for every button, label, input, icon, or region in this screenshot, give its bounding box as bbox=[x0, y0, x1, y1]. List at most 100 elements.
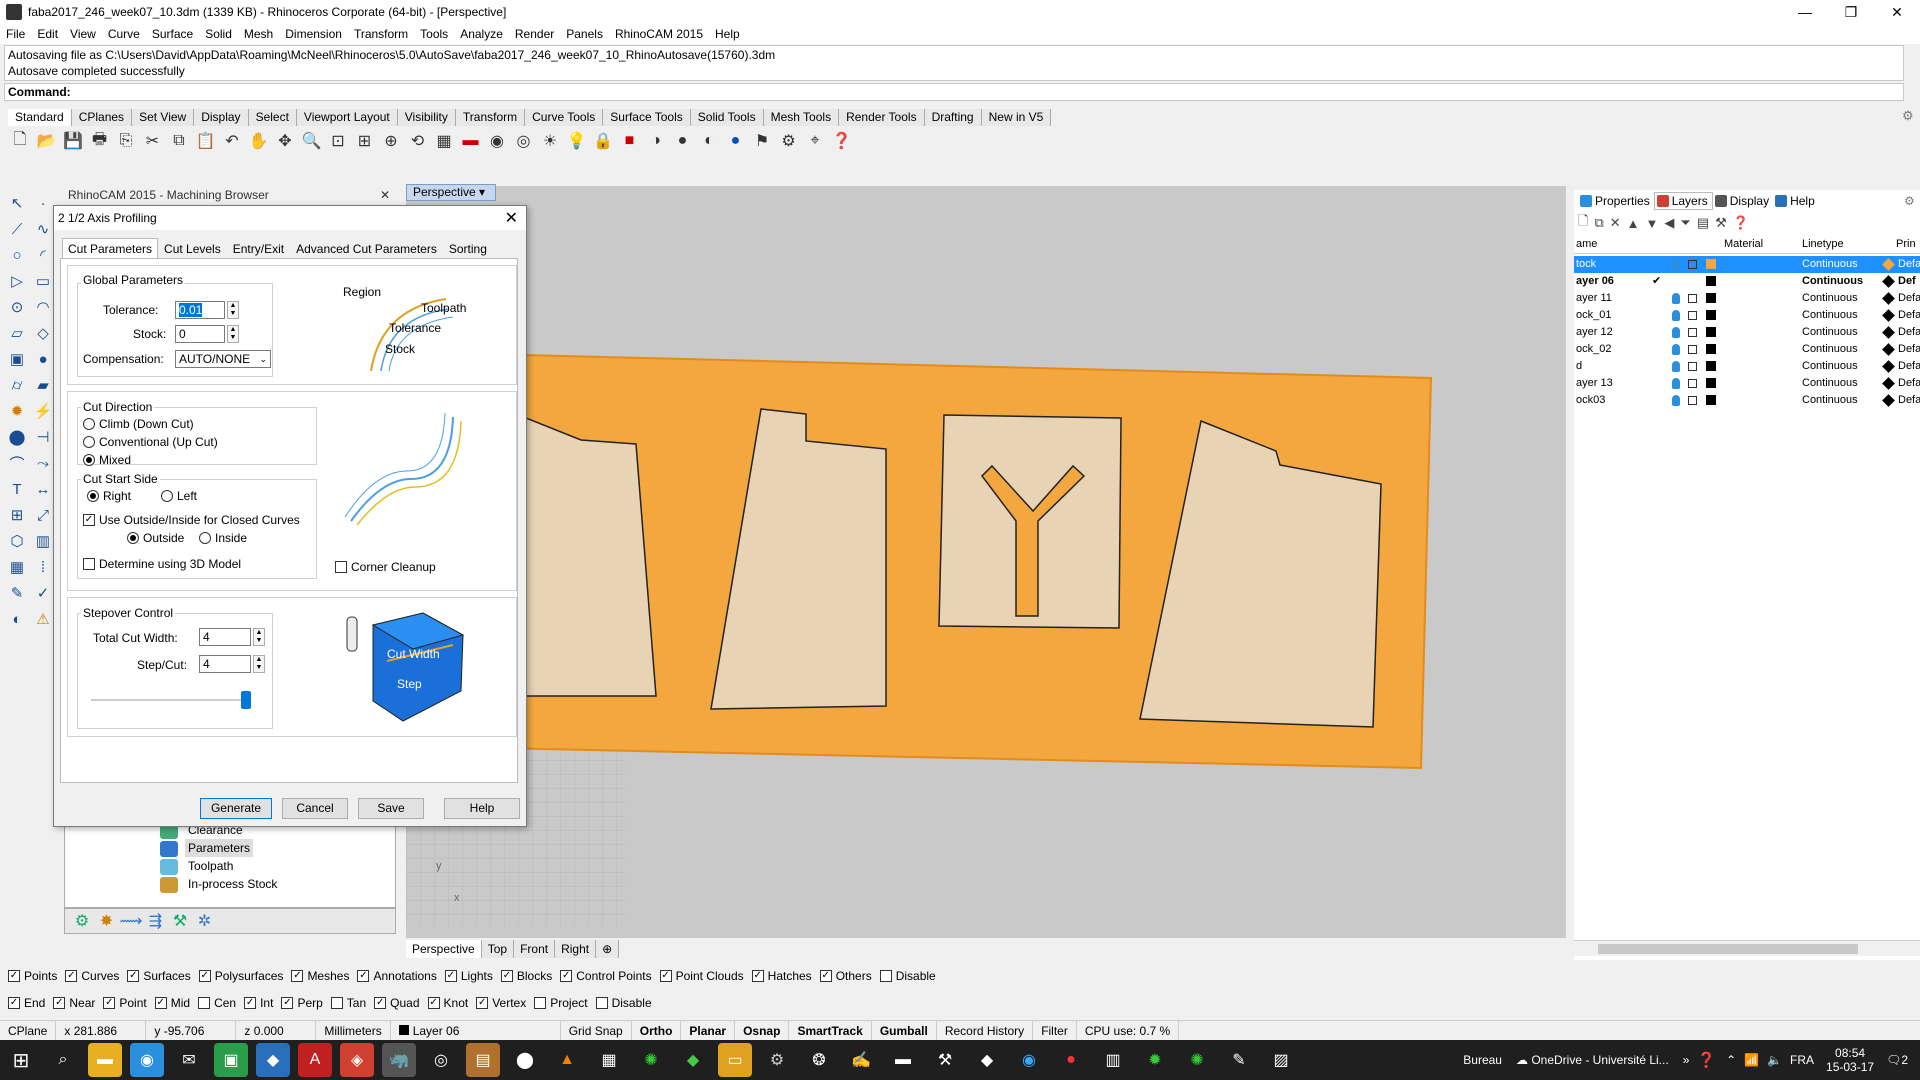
app-icon-17[interactable]: ● bbox=[1054, 1043, 1088, 1077]
box-icon[interactable]: ▣ bbox=[5, 347, 29, 371]
menu-view[interactable]: View bbox=[64, 27, 102, 41]
visibility-bulb-icon[interactable] bbox=[1672, 327, 1680, 338]
tab-sorting[interactable]: Sorting bbox=[443, 238, 493, 258]
move-view-icon[interactable]: ✥ bbox=[273, 129, 297, 153]
snap-point[interactable]: ✓ Point bbox=[103, 996, 147, 1010]
pan-icon[interactable]: ✋ bbox=[247, 129, 271, 153]
app-icon-14[interactable]: ⚒ bbox=[928, 1043, 962, 1077]
filter-disable[interactable]: Disable bbox=[879, 969, 936, 983]
open-file-icon[interactable]: 📂 bbox=[35, 129, 59, 153]
filter-layer-icon[interactable]: ⏷ bbox=[1680, 215, 1690, 231]
tab-layers[interactable]: Layers bbox=[1653, 192, 1713, 210]
target-icon[interactable]: ◎ bbox=[512, 129, 536, 153]
close-browser-icon[interactable]: ✕ bbox=[380, 186, 390, 204]
lang-label[interactable]: FRA bbox=[1790, 1053, 1814, 1067]
app-icon-8[interactable]: ◆ bbox=[676, 1043, 710, 1077]
layer-color-swatch[interactable] bbox=[1706, 395, 1716, 405]
filter-hatches[interactable]: ✓ Hatches bbox=[751, 969, 812, 983]
save-button[interactable]: Save bbox=[358, 798, 424, 819]
new-sublayer-icon[interactable]: ⧉ bbox=[1594, 215, 1603, 231]
circle-icon[interactable]: ○ bbox=[5, 243, 29, 267]
vp-tab-right[interactable]: Right bbox=[555, 940, 597, 958]
layer-print-width[interactable]: Defa bbox=[1898, 256, 1920, 273]
layer-print-width[interactable]: Defa bbox=[1898, 358, 1920, 375]
menu-render[interactable]: Render bbox=[509, 27, 560, 41]
tab-advanced-cut[interactable]: Advanced Cut Parameters bbox=[290, 238, 443, 258]
toolbar-settings-icon[interactable]: ⚙ bbox=[1902, 108, 1914, 124]
simulate-icon[interactable]: ⟿ bbox=[120, 910, 143, 932]
cylinder-icon[interactable]: ⌭ bbox=[5, 373, 29, 397]
layer-linetype[interactable]: Continuous bbox=[1802, 256, 1858, 273]
filter-lights[interactable]: ✓ Lights bbox=[444, 969, 493, 983]
stock-spinner[interactable]: ▲ ▼ bbox=[227, 325, 239, 343]
minimize-button[interactable]: — bbox=[1782, 0, 1828, 24]
zoom-selected-icon[interactable]: ⊕ bbox=[379, 129, 403, 153]
loft-icon[interactable]: ◇ bbox=[31, 321, 55, 345]
layer-linetype[interactable]: Continuous bbox=[1802, 324, 1858, 341]
app-icon-12[interactable]: ✍ bbox=[844, 1043, 878, 1077]
paste-icon[interactable]: 📋 bbox=[194, 129, 218, 153]
snap-quad[interactable]: ✓ Quad bbox=[374, 996, 420, 1010]
lightbulb-icon[interactable]: 💡 bbox=[565, 129, 589, 153]
vlc-icon[interactable]: ▲ bbox=[550, 1043, 584, 1077]
sphere-icon[interactable]: ● bbox=[671, 129, 695, 153]
gumball-icon[interactable]: ⌖ bbox=[803, 129, 827, 153]
status-record-history[interactable]: Record History bbox=[937, 1020, 1034, 1041]
climb-radio[interactable] bbox=[83, 418, 95, 430]
layer-print-width[interactable]: Defa bbox=[1898, 290, 1920, 307]
app-icon-2[interactable]: ▣ bbox=[214, 1043, 248, 1077]
layer-row[interactable]: ock03 Continuous Defa bbox=[1574, 392, 1920, 409]
layer-row[interactable]: ock_02 Continuous Defa bbox=[1574, 341, 1920, 358]
status-layer[interactable]: Layer 06 bbox=[391, 1020, 561, 1041]
post-icon[interactable]: ⇶ bbox=[145, 910, 167, 932]
filter-meshes[interactable]: ✓ Meshes bbox=[291, 969, 349, 983]
print-icon[interactable]: 🖶 bbox=[88, 129, 112, 153]
print-color-icon[interactable] bbox=[1882, 326, 1895, 339]
print-color-icon[interactable] bbox=[1882, 292, 1895, 305]
color-wheel-icon[interactable]: ◑ bbox=[644, 129, 668, 153]
col-linetype[interactable]: Linetype bbox=[1802, 238, 1844, 250]
point-icon[interactable]: · bbox=[31, 191, 55, 215]
total-cut-width-spinner[interactable]: ▲ ▼ bbox=[253, 628, 265, 646]
visibility-bulb-icon[interactable] bbox=[1672, 293, 1680, 304]
determine-3d-checkbox[interactable] bbox=[83, 558, 95, 570]
zoom-window-icon[interactable]: ⊡ bbox=[326, 129, 350, 153]
tab-new-in-v5[interactable]: New in V5 bbox=[981, 109, 1052, 126]
panel-settings-icon[interactable]: ⚙ bbox=[1904, 194, 1915, 208]
mixed-radio[interactable] bbox=[83, 454, 95, 466]
tab-cut-levels[interactable]: Cut Levels bbox=[158, 238, 227, 258]
chrome-icon[interactable]: ◎ bbox=[424, 1043, 458, 1077]
render-tool-icon[interactable]: ◐ bbox=[5, 607, 29, 631]
explorer-icon[interactable]: ▬ bbox=[88, 1043, 122, 1077]
menu-curve[interactable]: Curve bbox=[102, 27, 146, 41]
app-icon-7[interactable]: ✺ bbox=[634, 1043, 668, 1077]
layer-print-width[interactable]: Defa bbox=[1898, 341, 1920, 358]
app-icon-19[interactable]: ✹ bbox=[1138, 1043, 1172, 1077]
help-tray-icon[interactable]: ❓ bbox=[1697, 1051, 1716, 1069]
snap-mid[interactable]: ✓ Mid bbox=[154, 996, 190, 1010]
layer-print-width[interactable]: Defa bbox=[1898, 307, 1920, 324]
col-print[interactable]: Prin bbox=[1896, 238, 1916, 250]
tolerance-input[interactable]: 0.01 bbox=[175, 301, 225, 319]
app-icon-20[interactable]: ✺ bbox=[1180, 1043, 1214, 1077]
lock-icon[interactable] bbox=[1688, 379, 1697, 388]
scale-icon[interactable]: ⤢ bbox=[31, 503, 55, 527]
snap-disable[interactable]: Disable bbox=[595, 996, 652, 1010]
triangle-icon[interactable]: ▷ bbox=[5, 269, 29, 293]
edit-icon[interactable]: ⚡ bbox=[31, 399, 55, 423]
tab-entry-exit[interactable]: Entry/Exit bbox=[227, 238, 290, 258]
polyline-icon[interactable]: ⟋ bbox=[5, 217, 29, 241]
tab-select[interactable]: Select bbox=[248, 109, 297, 126]
move-parent-icon[interactable]: ◀ bbox=[1664, 215, 1674, 231]
warning-icon[interactable]: ⚠ bbox=[31, 607, 55, 631]
lock-icon[interactable] bbox=[1688, 294, 1697, 303]
trim-icon[interactable]: ⊣ bbox=[31, 425, 55, 449]
generate-button[interactable]: Generate bbox=[200, 798, 272, 819]
print-color-icon[interactable] bbox=[1882, 343, 1895, 356]
lock-icon[interactable]: 🔒 bbox=[591, 129, 615, 153]
tab-surface-tools[interactable]: Surface Tools bbox=[603, 109, 691, 126]
sphere-tool-icon[interactable]: ● bbox=[31, 347, 55, 371]
lock-icon[interactable] bbox=[1688, 362, 1697, 371]
gumball-tool-icon[interactable]: ⬡ bbox=[5, 529, 29, 553]
col-name[interactable]: ame bbox=[1576, 238, 1597, 250]
